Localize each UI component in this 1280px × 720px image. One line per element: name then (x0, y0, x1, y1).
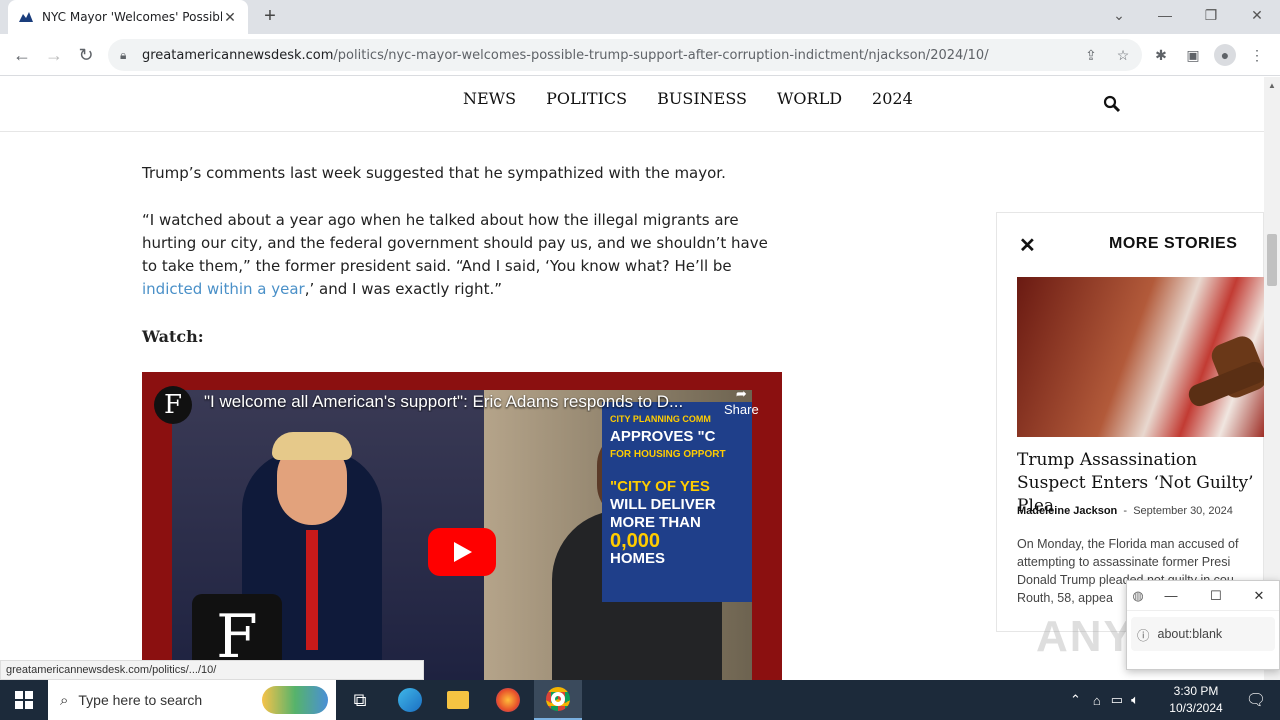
forward-button[interactable]: → (40, 42, 68, 68)
article-paragraph-quote: “I watched about a year ago when he talk… (142, 211, 768, 298)
start-button[interactable] (0, 680, 48, 720)
nav-politics[interactable]: POLITICS (546, 89, 627, 108)
nav-2024[interactable]: 2024 (872, 89, 913, 108)
taskbar-clock[interactable]: 3:30 PM 10/3/2024 (1160, 683, 1232, 717)
bookmark-star-icon[interactable]: ☆ (1112, 44, 1134, 66)
windows-logo-icon (15, 691, 33, 709)
status-url: greatamericannewsdesk.com/politics/.../1… (0, 660, 424, 680)
more-stories-header: MORE STORIES (1109, 235, 1238, 252)
menu-kebab-icon[interactable]: ⋮ (1246, 44, 1268, 66)
scrollbar-thumb[interactable] (1267, 234, 1277, 286)
share-icon[interactable]: ⇪ (1080, 44, 1102, 66)
watch-label: Watch: (142, 327, 204, 346)
firefox-icon[interactable] (484, 680, 532, 720)
browser-tab[interactable]: NYC Mayor 'Welcomes' Possible ✕ (8, 0, 248, 34)
nav-world[interactable]: WORLD (777, 89, 842, 108)
volume-icon[interactable]: 🔈︎ (1131, 692, 1139, 708)
url-text: greatamericannewsdesk.com/politics/nyc-m… (142, 47, 989, 63)
story-date: September 30, 2024 (1133, 505, 1233, 517)
indicted-link[interactable]: indicted within a year (142, 280, 305, 298)
sign-board: CITY PLANNING COMM APPROVES "C FOR HOUSI… (602, 402, 752, 602)
red-tie (306, 530, 318, 650)
story-meta: Madeleine Jackson - September 30, 2024 (1017, 505, 1233, 517)
site-favicon-icon (18, 10, 34, 24)
popup-titlebar: ◍ — ☐ ✕ (1127, 581, 1279, 611)
task-view-icon[interactable]: ⧉ (336, 680, 384, 720)
file-explorer-icon[interactable] (434, 680, 482, 720)
popup-address[interactable]: ⓘ about:blank (1131, 617, 1275, 651)
notification-icon[interactable]: 🗨︎ (1232, 680, 1280, 720)
system-tray: ⌃ ⌂ ▭ 🔈︎ (1070, 680, 1139, 720)
popup-window: ◍ — ☐ ✕ ⓘ about:blank (1126, 580, 1280, 670)
share-arrow-icon: ➦ (735, 386, 747, 401)
reload-button[interactable]: ↻ (72, 42, 100, 68)
channel-logo[interactable]: F (154, 386, 192, 424)
story-image[interactable] (1017, 277, 1270, 437)
video-title[interactable]: "I welcome all American's support": Eric… (204, 392, 704, 412)
browser-toolbar: ← → ↻ 🔒︎ greatamericannewsdesk.com/polit… (0, 34, 1280, 76)
windows-taskbar: ⌕ Type here to search ⧉ ⌃ ⌂ ▭ 🔈︎ 3:30 PM… (0, 680, 1280, 720)
minimize-button[interactable]: — (1142, 0, 1188, 30)
new-tab-button[interactable]: + (258, 6, 282, 28)
side-panel-icon[interactable]: ▣ (1182, 44, 1204, 66)
edge-icon[interactable] (386, 680, 434, 720)
address-bar[interactable]: 🔒︎ greatamericannewsdesk.com/politics/ny… (108, 39, 1142, 71)
embedded-video[interactable]: CITY PLANNING COMM APPROVES "C FOR HOUSI… (142, 372, 782, 680)
tab-search-icon[interactable]: ⌄ (1096, 0, 1142, 30)
globe-icon: ◍ (1132, 587, 1144, 603)
share-button[interactable]: ➦ Share (724, 386, 759, 417)
search-highlight-icon (262, 686, 328, 714)
browser-tab-strip: NYC Mayor 'Welcomes' Possible ✕ + ⌄ — ❐ … (0, 0, 1280, 34)
extensions-icon[interactable]: ✱ (1150, 44, 1172, 66)
search-icon: ⌕ (60, 691, 69, 709)
scroll-up-arrow-icon[interactable]: ▲ (1268, 81, 1276, 90)
chrome-icon[interactable] (534, 680, 582, 720)
site-navigation: NEWS POLITICS BUSINESS WORLD 2024 (0, 77, 1264, 132)
lock-icon[interactable]: 🔒︎ (120, 48, 134, 63)
network-icon[interactable]: ⌂ (1093, 693, 1101, 708)
popup-close-button[interactable]: ✕ (1239, 588, 1279, 604)
popup-minimize-button[interactable]: — (1149, 588, 1193, 603)
tray-chevron-icon[interactable]: ⌃ (1070, 692, 1081, 708)
more-stories-panel: ✕ MORE STORIES Trump Assassination Suspe… (996, 212, 1270, 632)
play-button[interactable] (428, 528, 496, 576)
wifi-icon[interactable]: ▭ (1111, 692, 1123, 708)
restore-button[interactable]: ❐ (1188, 0, 1234, 30)
tab-title: NYC Mayor 'Welcomes' Possible (42, 10, 222, 24)
person-hair (272, 432, 352, 460)
search-icon[interactable] (1103, 95, 1121, 118)
popup-maximize-button[interactable]: ☐ (1193, 588, 1239, 604)
article-paragraph: Trump’s comments last week suggested tha… (142, 164, 726, 182)
story-author[interactable]: Madeleine Jackson (1017, 505, 1117, 517)
tab-close-icon[interactable]: ✕ (222, 9, 238, 26)
close-window-button[interactable]: ✕ (1234, 0, 1280, 30)
article-body: Trump’s comments last week suggested tha… (142, 132, 782, 372)
back-button[interactable]: ← (8, 42, 36, 68)
profile-avatar-icon[interactable]: ● (1214, 44, 1236, 66)
close-icon[interactable]: ✕ (1019, 233, 1036, 258)
nav-news[interactable]: NEWS (463, 89, 516, 108)
taskbar-search-box[interactable]: ⌕ Type here to search (48, 680, 336, 720)
nav-business[interactable]: BUSINESS (657, 89, 747, 108)
info-icon: ⓘ (1137, 628, 1150, 643)
